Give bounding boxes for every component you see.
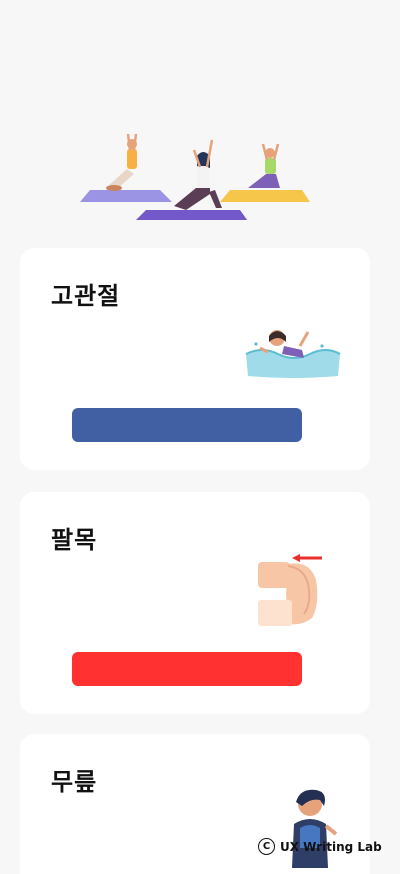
runner-illustration (292, 789, 338, 868)
card-wrist[interactable]: 팔목 (20, 492, 370, 714)
swimmer-illustration (245, 330, 341, 378)
card-action-bar[interactable] (72, 408, 302, 442)
card-action-bar[interactable] (72, 652, 302, 686)
card-hip-joint[interactable]: 고관절 (20, 248, 370, 470)
yoga-group-illustration (80, 133, 310, 220)
wrist-stretch-illustration (258, 554, 322, 626)
watermark: C UX Writing Lab (258, 838, 382, 855)
copyright-icon: C (258, 838, 275, 855)
card-title: 무릎 (51, 768, 98, 796)
card-title: 팔목 (51, 526, 98, 554)
watermark-text: UX Writing Lab (280, 839, 382, 854)
card-title: 고관절 (51, 282, 121, 310)
